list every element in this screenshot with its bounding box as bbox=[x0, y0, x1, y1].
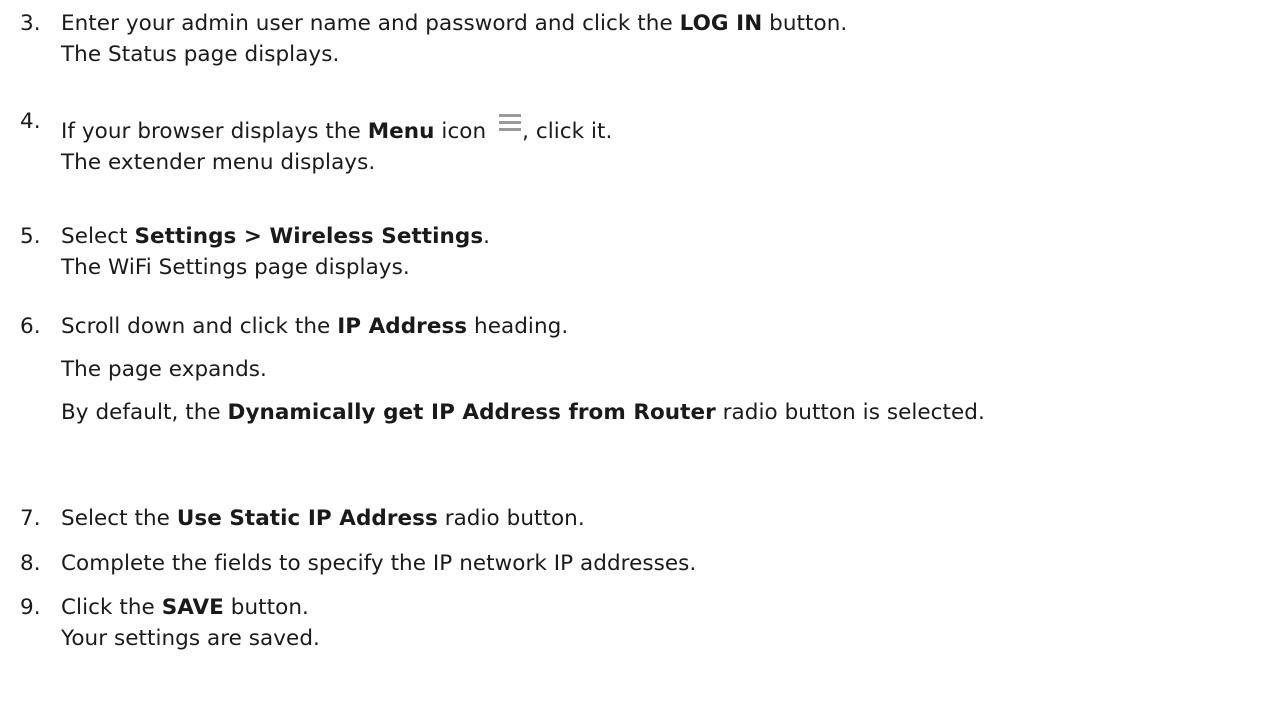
step-instruction: Enter your admin user name and password … bbox=[61, 11, 848, 36]
static-ip-term: Use Static IP Address bbox=[176, 506, 438, 531]
step-number: 6. bbox=[20, 314, 41, 339]
step-number: 8. bbox=[20, 551, 41, 576]
step-number: 3. bbox=[20, 11, 41, 36]
menu-icon bbox=[499, 114, 522, 132]
step-body: Click the SAVE button. Your settings are… bbox=[61, 592, 1260, 654]
menu-term: Menu bbox=[367, 119, 435, 144]
step-9: 9. Click the SAVE button. Your settings … bbox=[20, 592, 1260, 654]
step-body: Scroll down and click the IP Address hea… bbox=[61, 311, 1260, 428]
step-5: 5. Select Settings > Wireless Settings. … bbox=[20, 221, 1260, 283]
step-instruction: If your browser displays the Menu icon ,… bbox=[61, 114, 1260, 147]
step-4: 4. If your browser displays the Menu ico… bbox=[20, 109, 1260, 178]
log-in-term: LOG IN bbox=[679, 11, 763, 36]
step-instruction: Complete the fields to specify the IP ne… bbox=[61, 551, 697, 576]
step-7: 7. Select the Use Static IP Address radi… bbox=[20, 503, 1260, 534]
step-result: The page expands. bbox=[61, 357, 267, 382]
step-instruction: Click the SAVE button. bbox=[61, 595, 309, 620]
step-instruction: Select Settings > Wireless Settings. bbox=[61, 224, 491, 249]
dynamic-ip-term: Dynamically get IP Address from Router bbox=[227, 400, 716, 425]
settings-path-term: Settings > Wireless Settings bbox=[134, 224, 484, 249]
step-result: The extender menu displays. bbox=[61, 150, 376, 175]
step-8: 8. Complete the fields to specify the IP… bbox=[20, 548, 1260, 579]
step-instruction: Scroll down and click the IP Address hea… bbox=[61, 314, 569, 339]
step-result: The Status page displays. bbox=[61, 42, 340, 67]
step-6: 6. Scroll down and click the IP Address … bbox=[20, 311, 1260, 428]
step-instruction: Select the Use Static IP Address radio b… bbox=[61, 506, 585, 531]
ip-address-term: IP Address bbox=[337, 314, 468, 339]
step-body: Select the Use Static IP Address radio b… bbox=[61, 503, 1260, 534]
save-term: SAVE bbox=[161, 595, 224, 620]
step-3: 3. Enter your admin user name and passwo… bbox=[20, 8, 1260, 70]
step-number: 9. bbox=[20, 595, 41, 620]
step-body: Enter your admin user name and password … bbox=[61, 8, 1260, 70]
step-body: Select Settings > Wireless Settings. The… bbox=[61, 221, 1260, 283]
step-body: If your browser displays the Menu icon ,… bbox=[61, 114, 1260, 178]
step-note: By default, the Dynamically get IP Addre… bbox=[61, 400, 985, 425]
step-body: Complete the fields to specify the IP ne… bbox=[61, 548, 1260, 579]
step-result: The WiFi Settings page displays. bbox=[61, 255, 410, 280]
step-number: 4. bbox=[20, 109, 41, 134]
step-result: Your settings are saved. bbox=[61, 626, 320, 651]
step-number: 5. bbox=[20, 224, 41, 249]
step-number: 7. bbox=[20, 506, 41, 531]
